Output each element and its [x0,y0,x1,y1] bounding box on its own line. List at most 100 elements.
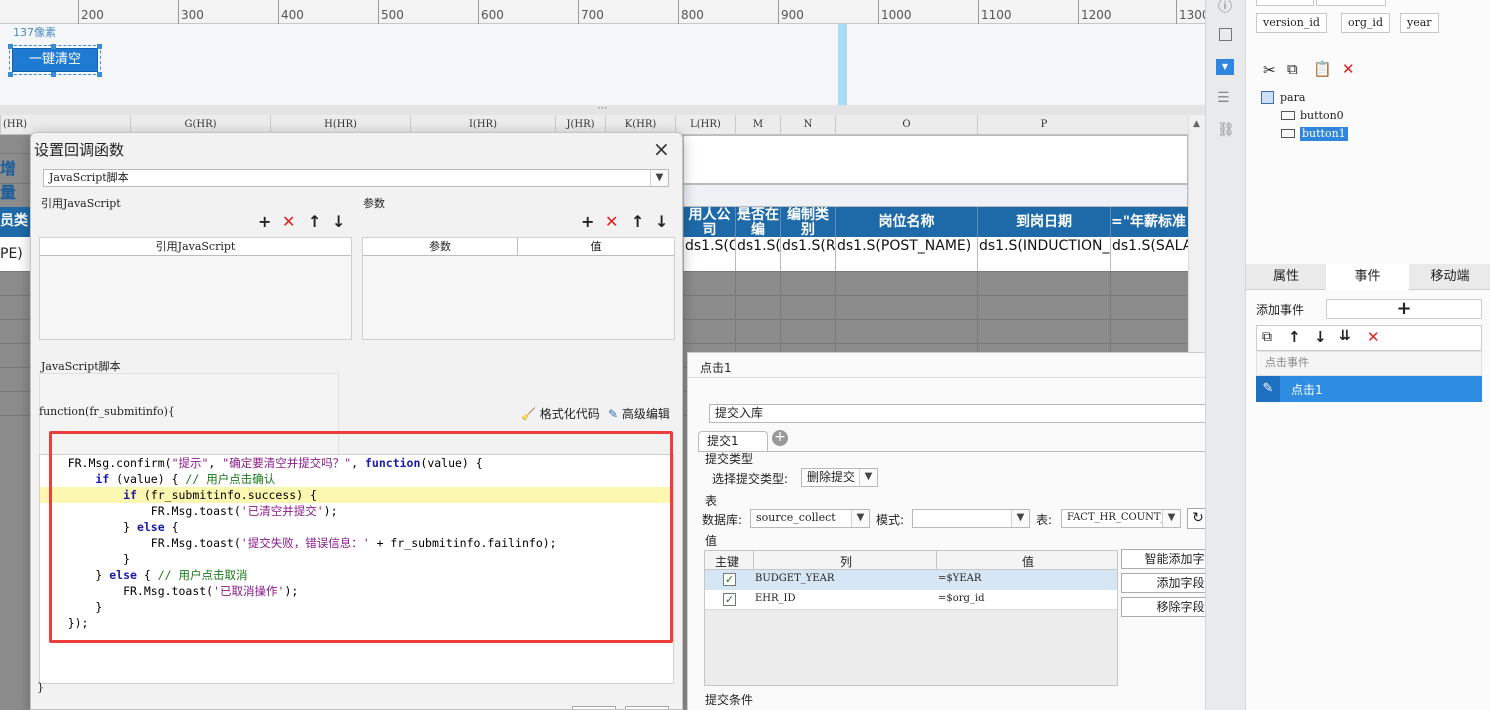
params-table[interactable]: 参数 值 [362,237,675,340]
param-tag[interactable]: version_id [1256,13,1327,33]
data-cell[interactable]: ds1.S(COMP [683,237,735,271]
col-value: 值 [1022,555,1035,569]
close-icon[interactable]: × [653,137,670,161]
parameter-canvas[interactable] [0,24,1205,105]
tab-events[interactable]: 事件 [1326,264,1409,290]
tab-properties[interactable]: 属性 [1246,264,1326,290]
primary-key-checkbox[interactable]: ✓ [723,573,736,586]
copy-icon[interactable]: ⧉ [1262,329,1272,345]
chevron-down-icon[interactable]: ▼ [1011,510,1029,527]
arrow-down-icon[interactable]: ↓ [1314,328,1327,346]
data-cell[interactable]: ds1.S(SALARY_LIMIT) [1110,237,1188,271]
delete-icon[interactable]: ✕ [605,214,618,230]
add-tab-icon[interactable]: + [772,430,788,446]
param-tag[interactable]: org_id [1341,13,1390,33]
ok-button[interactable]: 确定 [572,706,616,709]
copy-icon[interactable]: ⧉ [1287,60,1298,78]
column-cell[interactable]: BUDGET_YEAR [755,573,834,584]
layers-icon[interactable]: ☰ [1217,90,1230,106]
param-tag[interactable]: year [1400,13,1439,33]
header-cell[interactable]: 是否在编 [735,207,780,237]
arrow-down-icon[interactable]: ↓ [332,214,345,230]
format-code-button[interactable]: 🧹 格式化代码 [521,405,600,422]
column-cell[interactable]: EHR_ID [755,593,796,604]
resize-handle[interactable] [8,44,13,49]
tab-mobile[interactable]: 移动端 [1409,264,1490,290]
data-cell[interactable]: ds1.S(POST_NAME) [835,237,977,271]
arrow-up-icon[interactable]: ↑ [308,214,321,230]
column-header[interactable]: L(HR) [675,115,735,135]
column-header[interactable]: O [835,115,977,135]
event-item-selected[interactable]: ✎ 点击1 [1256,376,1482,402]
submit-type-select[interactable]: 删除提交 ▼ [801,468,878,487]
broom-icon: 🧹 [521,407,536,421]
header-cell[interactable]: 编制类别 [780,207,835,237]
resize-handle[interactable] [97,72,102,77]
value-cell[interactable]: =$org_id [938,593,985,604]
table-row[interactable]: ✓ EHR_ID =$org_id [705,590,1117,610]
frame-icon[interactable] [1219,28,1232,41]
field-mapping-table[interactable]: 主键 列 值 ✓ BUDGET_YEAR =$YEAR ✓ EHR_ID =$o… [704,550,1118,686]
property-tabs: 属性 事件 移动端 [1246,264,1490,290]
resize-handle[interactable] [51,44,56,49]
tab-submit1[interactable]: 提交1 [698,431,768,451]
scroll-up-icon[interactable]: ▲ [1193,119,1200,129]
column-header[interactable]: M [735,115,780,135]
data-cell-fragment: PE) [0,237,30,271]
add-icon[interactable]: + [581,214,594,230]
tree-item-button1[interactable]: button1 [1300,127,1348,141]
data-cell[interactable]: ds1.S(IS [735,237,780,271]
pixel-size-label: 137像素 [13,26,56,39]
column-header[interactable]: P [977,115,1110,135]
sort-down-icon[interactable]: ⇊ [1339,328,1351,344]
resize-handle[interactable] [51,72,56,77]
tree-item-para[interactable]: para [1280,91,1305,105]
value-cell[interactable]: =$YEAR [938,573,981,584]
resize-handle[interactable] [97,44,102,49]
callback-type-select[interactable]: JavaScript脚本 ▼ [43,169,669,187]
ruler-tick: 700 [578,0,604,24]
add-event-button[interactable]: + [1326,299,1482,319]
edit-icon[interactable]: ✎ [1256,376,1280,402]
mode-select[interactable]: ▼ [912,509,1030,528]
data-cell[interactable]: ds1.S(INDUCTION_MONTH) [977,237,1110,271]
info-icon[interactable]: ⓘ [1218,0,1232,16]
header-cell[interactable]: 岗位名称 [835,207,977,237]
header-cell[interactable]: 到岗日期 [977,207,1110,237]
value-column: 值 [518,238,674,256]
action-type-select[interactable]: 提交入库 ▼ [709,404,1235,423]
primary-key-checkbox[interactable]: ✓ [723,593,736,606]
ref-js-table[interactable]: 引用JavaScript [39,237,352,340]
delete-icon[interactable]: ✕ [282,214,295,230]
column-header[interactable]: N [780,115,835,135]
table-row[interactable]: ✓ BUDGET_YEAR =$YEAR [705,570,1117,590]
chevron-down-icon[interactable]: ▼ [851,510,869,527]
arrow-up-icon[interactable]: ↑ [631,214,644,230]
function-header: function(fr_submitinfo){ [39,405,175,418]
clear-all-button[interactable]: 一键清空 [9,45,101,75]
link-icon[interactable]: ⛓ [1217,122,1235,138]
arrow-up-icon[interactable]: ↑ [1288,328,1301,346]
database-select[interactable]: source_collect ▼ [750,509,870,528]
pane-splitter[interactable]: ⋯ [0,104,1205,115]
header-cell[interactable]: 用人公司 [683,207,735,237]
header-cell[interactable]: ="年薪标准 [1110,207,1188,237]
table-select[interactable]: FACT_HR_COUNT_AI ▼ [1061,509,1181,528]
button-icon [1281,129,1295,138]
cut-icon[interactable]: ✂ [1263,61,1276,79]
chevron-down-icon[interactable]: ▼ [1162,510,1180,527]
arrow-down-icon[interactable]: ↓ [655,214,668,230]
advanced-edit-button[interactable]: ✎ 高级编辑 [608,405,670,422]
tree-item-button0[interactable]: button0 [1300,109,1344,123]
chevron-down-icon[interactable]: ▼ [650,170,668,186]
add-icon[interactable]: + [258,214,271,230]
data-cell[interactable]: ds1.S(REGIST [780,237,835,271]
chevron-down-icon[interactable]: ▼ [859,469,877,486]
delete-icon[interactable]: ✕ [1342,60,1355,78]
cancel-button[interactable]: 取消 [625,706,669,709]
delete-icon[interactable]: ✕ [1367,328,1380,346]
paste-icon[interactable]: 📋 [1313,60,1332,78]
ruler-tick: 1200 [1078,0,1112,24]
resize-handle[interactable] [8,72,13,77]
widget-icon[interactable]: ▼ [1216,59,1234,75]
